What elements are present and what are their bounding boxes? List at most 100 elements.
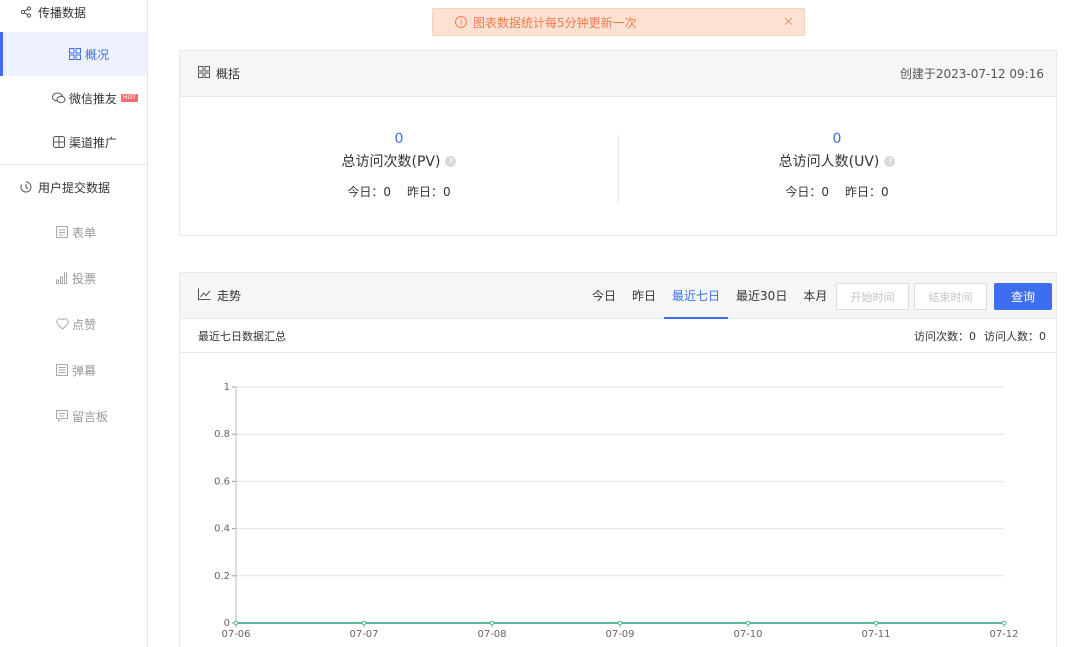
sidebar-item-label: 点赞 xyxy=(72,317,97,332)
visits-total: 访问次数：0 xyxy=(914,329,976,343)
clock-icon xyxy=(18,181,34,193)
share-icon xyxy=(18,6,34,18)
visitors-total: 访问人数：0 xyxy=(984,329,1046,343)
overview-title: 概括 xyxy=(198,65,240,82)
hot-badge: HOT xyxy=(121,94,138,102)
channel-icon xyxy=(52,136,66,148)
overview-header: 概括 创建于2023-07-12 09:16 xyxy=(180,51,1056,97)
sidebar: 传播数据 概况 微信推友 HOT 渠道推广 用户提交数据 表单 投票 点赞 弹幕… xyxy=(0,0,148,647)
sidebar-item-message-board[interactable]: 留言板 xyxy=(0,393,147,439)
help-icon[interactable]: ? xyxy=(884,155,896,167)
pv-value: 0 xyxy=(394,131,404,147)
heart-icon xyxy=(55,318,69,330)
form-icon xyxy=(55,226,69,238)
uv-stat: 0 总访问人数(UV) ? 今日：0 昨日：0 xyxy=(618,97,1056,237)
sidebar-section-label: 传播数据 xyxy=(38,5,87,20)
end-date-input[interactable]: 结束时间 xyxy=(914,283,987,310)
sidebar-item-form[interactable]: 表单 xyxy=(0,209,147,255)
uv-label: 总访问人数(UV) ? xyxy=(618,151,1056,171)
message-icon xyxy=(55,410,69,422)
help-icon[interactable]: ? xyxy=(445,155,457,167)
range-last-7-days[interactable]: 最近七日 xyxy=(664,273,729,319)
data-point xyxy=(489,620,495,626)
y-tick-label: 0 xyxy=(224,618,230,629)
sidebar-item-vote[interactable]: 投票 xyxy=(0,255,147,301)
x-tick-label: 07-10 xyxy=(733,629,762,640)
data-point xyxy=(617,620,623,626)
trend-chart: 0 0.2 0.4 0.6 0.8 1 07-06 07-07 07-08 07-09 07-10 0… xyxy=(180,353,1056,647)
y-tick-label: 0.8 xyxy=(214,429,230,440)
summary-totals: 访问次数：0 访问人数：0 xyxy=(906,328,1046,344)
grid-icon xyxy=(198,66,210,81)
data-point xyxy=(745,620,751,626)
sidebar-item-label: 弹幕 xyxy=(72,363,97,378)
uv-yesterday: 昨日：0 xyxy=(845,185,889,199)
stats-row: 0 总访问次数(PV) ? 今日：0 昨日：0 0 总访问人数(UV) ? 今日：… xyxy=(180,97,1056,237)
sidebar-section-propagation[interactable]: 传播数据 xyxy=(0,0,147,24)
pv-sub: 今日：0 昨日：0 xyxy=(180,183,618,200)
trend-header: 走势 今日 昨日 最近七日 最近30日 本月 开始时间 结束时间 查询 xyxy=(180,273,1056,319)
data-point xyxy=(873,620,879,626)
close-icon[interactable]: ✕ xyxy=(783,15,794,30)
overview-title-text: 概括 xyxy=(216,67,241,81)
grid-icon xyxy=(68,48,82,60)
x-tick-label: 07-08 xyxy=(477,629,506,640)
sidebar-section-user-data[interactable]: 用户提交数据 xyxy=(0,165,147,209)
x-tick-label: 07-12 xyxy=(989,629,1018,640)
info-icon: i xyxy=(455,16,467,28)
start-date-input[interactable]: 开始时间 xyxy=(836,283,909,310)
pv-yesterday: 昨日：0 xyxy=(407,185,451,199)
sidebar-item-wechat[interactable]: 微信推友 HOT xyxy=(0,76,147,120)
uv-today: 今日：0 xyxy=(785,185,829,199)
barrage-icon xyxy=(55,364,69,376)
uv-value: 0 xyxy=(832,131,842,147)
y-tick-label: 1 xyxy=(224,382,230,393)
y-tick-label: 0.4 xyxy=(214,524,230,535)
bar-chart-icon xyxy=(55,272,69,284)
x-tick-label: 07-09 xyxy=(605,629,634,640)
sidebar-item-label: 表单 xyxy=(72,225,97,240)
range-yesterday[interactable]: 昨日 xyxy=(624,273,664,319)
overview-card: 概括 创建于2023-07-12 09:16 0 总访问次数(PV) ? 今日：… xyxy=(179,50,1057,236)
sidebar-item-like[interactable]: 点赞 xyxy=(0,301,147,347)
sidebar-item-label: 概况 xyxy=(85,47,110,62)
sidebar-item-label: 微信推友 xyxy=(69,91,118,106)
data-point xyxy=(361,620,367,626)
notice-text: 图表数据统计每5分钟更新一次 xyxy=(473,15,637,30)
wechat-icon xyxy=(52,92,66,104)
range-tabs: 今日 昨日 最近七日 最近30日 本月 xyxy=(584,273,835,319)
sidebar-item-label: 投票 xyxy=(72,271,97,286)
x-tick-label: 07-07 xyxy=(349,629,378,640)
sidebar-section-label: 用户提交数据 xyxy=(38,180,111,195)
trend-card: 走势 今日 昨日 最近七日 最近30日 本月 开始时间 结束时间 查询 最近七日… xyxy=(179,272,1057,647)
data-point xyxy=(233,620,239,626)
sidebar-item-label: 留言板 xyxy=(72,409,109,424)
summary-title: 最近七日数据汇总 xyxy=(198,329,286,343)
x-tick-label: 07-11 xyxy=(861,629,890,640)
sidebar-item-barrage[interactable]: 弹幕 xyxy=(0,347,147,393)
trend-chart-svg: 0 0.2 0.4 0.6 0.8 1 07-06 07-07 07-08 07-09 07-10 0… xyxy=(214,382,1018,640)
range-last-30-days[interactable]: 最近30日 xyxy=(728,273,795,319)
sidebar-item-channel[interactable]: 渠道推广 xyxy=(0,120,147,164)
x-tick-label: 07-06 xyxy=(221,629,250,640)
data-point xyxy=(1001,620,1007,626)
trend-title: 走势 xyxy=(198,287,241,304)
pv-label: 总访问次数(PV) ? xyxy=(180,151,618,171)
pv-stat: 0 总访问次数(PV) ? 今日：0 昨日：0 xyxy=(180,97,618,237)
sidebar-item-overview[interactable]: 概况 xyxy=(0,32,147,76)
trend-title-text: 走势 xyxy=(217,289,242,303)
uv-label-text: 总访问人数(UV) xyxy=(778,154,880,170)
pv-label-text: 总访问次数(PV) xyxy=(341,154,441,170)
pv-today: 今日：0 xyxy=(347,185,391,199)
summary-bar: 最近七日数据汇总 访问次数：0 访问人数：0 xyxy=(180,319,1056,353)
uv-sub: 今日：0 昨日：0 xyxy=(618,183,1056,200)
range-this-month[interactable]: 本月 xyxy=(795,273,835,319)
update-notice: i 图表数据统计每5分钟更新一次 ✕ xyxy=(432,8,805,36)
line-chart-icon xyxy=(198,288,211,303)
range-today[interactable]: 今日 xyxy=(584,273,624,319)
y-tick-label: 0.6 xyxy=(214,476,230,487)
sidebar-item-label: 渠道推广 xyxy=(69,135,118,150)
query-button[interactable]: 查询 xyxy=(994,283,1052,310)
created-time: 创建于2023-07-12 09:16 xyxy=(899,67,1044,81)
y-tick-label: 0.2 xyxy=(214,571,230,582)
